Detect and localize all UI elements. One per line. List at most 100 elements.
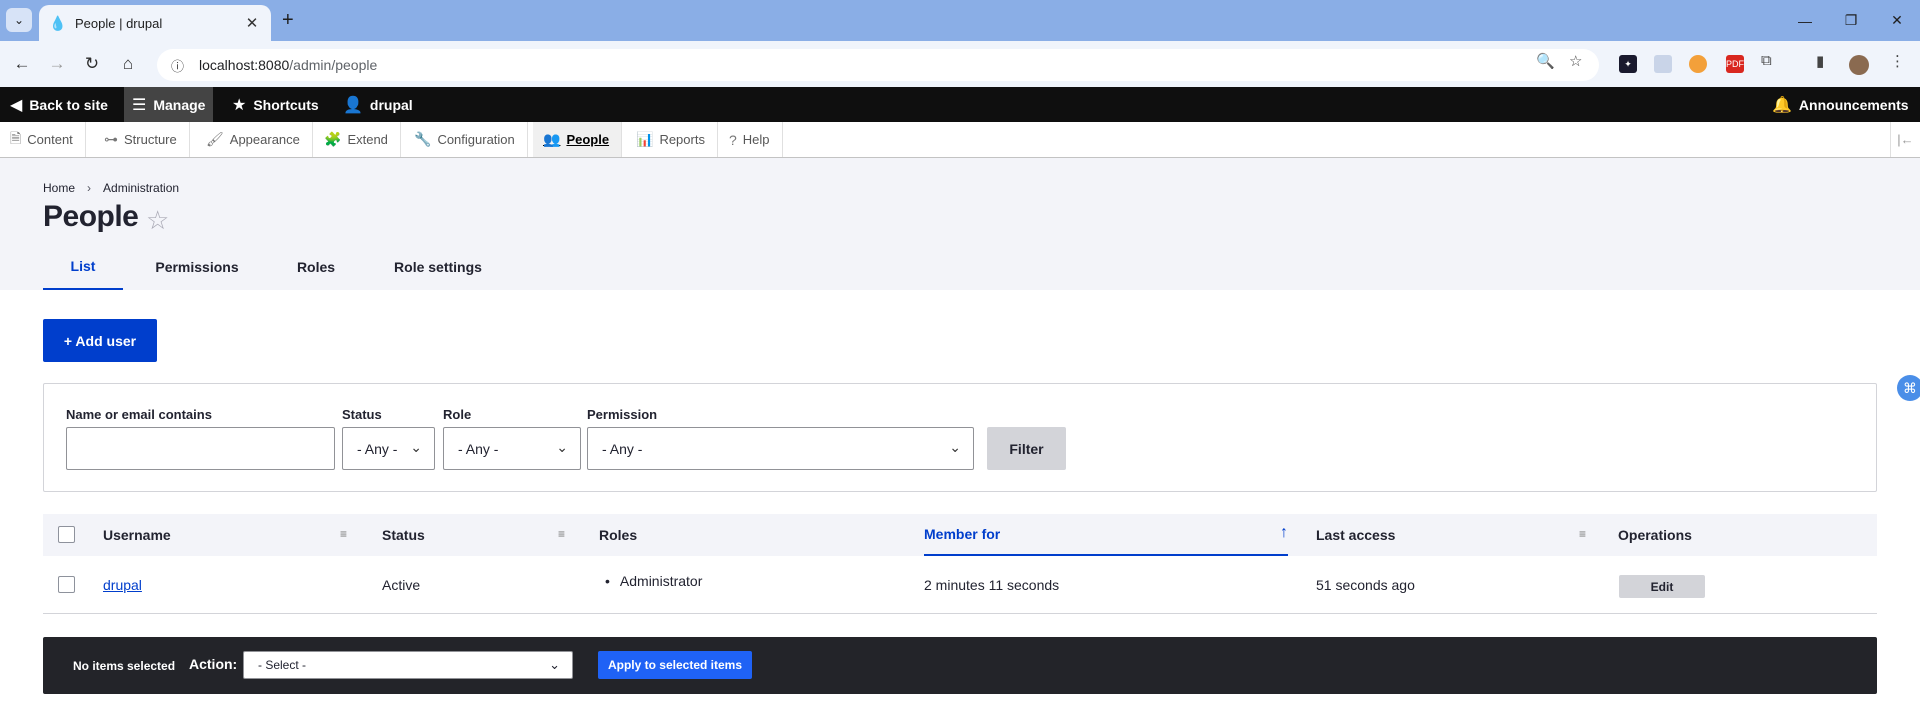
add-user-button[interactable]: + Add user	[43, 319, 157, 362]
breadcrumb-home-link[interactable]: Home	[43, 181, 75, 195]
column-header-roles: Roles	[599, 527, 638, 543]
help-icon: ?	[729, 131, 737, 148]
floating-helper-icon[interactable]: ⌘	[1897, 375, 1920, 401]
menu-item-extend[interactable]: 🧩 Extend	[314, 122, 401, 157]
bookmark-star-icon[interactable]: ☆	[1569, 52, 1582, 70]
tab-role-settings[interactable]: Role settings	[361, 244, 515, 290]
minimize-button[interactable]: —	[1782, 0, 1828, 41]
column-header-username[interactable]: Username	[103, 514, 171, 556]
permission-filter-label: Permission	[587, 407, 658, 422]
people-icon: 👥	[543, 131, 561, 147]
row-select-checkbox[interactable]	[58, 576, 75, 593]
breadcrumb-administration-link[interactable]: Administration	[103, 181, 179, 195]
zoom-icon[interactable]: 🔍	[1536, 52, 1555, 70]
puzzle-icon: 🧩	[324, 131, 342, 147]
select-all-checkbox[interactable]	[58, 526, 75, 543]
sort-icon[interactable]: ≡	[1579, 527, 1586, 541]
url-path: /admin/people	[289, 57, 378, 73]
announcements-tab[interactable]: 🔔 Announcements	[1772, 87, 1909, 122]
shortcuts-label: Shortcuts	[253, 96, 319, 113]
sort-icon[interactable]: ≡	[558, 527, 565, 541]
name-filter-label: Name or email contains	[66, 407, 212, 422]
extension-icon-1[interactable]: ✦	[1619, 55, 1637, 73]
browser-tabstrip: ⌄ 💧 People | drupal ✕ + — ❐ ✕	[0, 0, 1920, 41]
tab-list[interactable]: List	[43, 244, 123, 290]
menu-item-label: Extend	[347, 132, 388, 147]
column-header-last-access[interactable]: Last access	[1316, 514, 1395, 556]
permission-filter-select[interactable]: - Any - ⌄	[587, 427, 974, 470]
cell-status: Active	[382, 577, 421, 593]
profile-avatar[interactable]	[1849, 55, 1869, 75]
cell-member-for: 2 minutes 11 seconds	[924, 577, 1060, 593]
menu-item-people[interactable]: 👥 People	[533, 122, 623, 157]
menu-item-label: Content	[27, 132, 73, 147]
add-shortcut-star-icon[interactable]: ☆	[146, 205, 169, 236]
username-link[interactable]: drupal	[103, 577, 142, 593]
column-header-status[interactable]: Status	[382, 514, 425, 556]
sidebar-icon[interactable]: ▮	[1816, 52, 1824, 70]
browser-tab-active[interactable]: 💧 People | drupal ✕	[39, 5, 271, 41]
site-info-icon[interactable]: ⓘ	[171, 56, 199, 75]
hamburger-icon: ☰	[132, 96, 147, 114]
page-title: People	[43, 200, 139, 233]
tab-close-icon[interactable]: ✕	[243, 14, 261, 32]
menu-item-label: Reports	[659, 132, 705, 147]
chevron-down-icon: ⌄	[556, 439, 568, 455]
role-filter-select[interactable]: - Any - ⌄	[443, 427, 581, 470]
menu-item-appearance[interactable]: 🖌 Appearance	[196, 122, 313, 157]
tray-orientation-toggle[interactable]: |←	[1890, 122, 1920, 157]
menu-item-help[interactable]: ? Help	[719, 122, 783, 157]
sort-icon[interactable]: ≡	[340, 527, 347, 541]
shortcuts-tab[interactable]: ★ Shortcuts	[232, 87, 319, 122]
name-filter-input[interactable]	[66, 427, 335, 470]
drupal-favicon-icon: 💧	[49, 15, 67, 31]
filter-button[interactable]: Filter	[987, 427, 1066, 470]
menu-item-reports[interactable]: 📊 Reports	[626, 122, 718, 157]
menu-item-label: Appearance	[229, 132, 300, 147]
apply-to-selected-button[interactable]: Apply to selected items	[598, 651, 752, 679]
breadcrumb: Home › Administration	[43, 181, 179, 195]
puzzle-icon[interactable]: ⧉	[1761, 52, 1772, 69]
close-window-button[interactable]: ✕	[1874, 0, 1920, 41]
back-arrow-icon[interactable]: ←	[10, 52, 34, 76]
back-to-site-label: Back to site	[29, 96, 108, 113]
wrench-icon: 🔧	[414, 131, 432, 147]
filter-form: Name or email contains Status - Any - ⌄ …	[43, 383, 1877, 492]
user-tab[interactable]: 👤 drupal	[343, 87, 413, 122]
menu-item-label: People	[566, 132, 610, 147]
edit-button[interactable]: Edit	[1619, 575, 1705, 598]
extension-icon-3[interactable]	[1689, 55, 1707, 73]
tab-roles[interactable]: Roles	[271, 244, 361, 290]
forward-arrow-icon[interactable]: →	[45, 52, 69, 76]
column-header-member-for[interactable]: Member for ↑	[924, 514, 1288, 556]
menu-item-content[interactable]: 🗎 Content	[0, 122, 86, 157]
action-select[interactable]: - Select - ⌄	[243, 651, 573, 679]
restore-button[interactable]: ❐	[1828, 0, 1874, 41]
menu-item-configuration[interactable]: 🔧 Configuration	[404, 122, 528, 157]
status-filter-select[interactable]: - Any - ⌄	[342, 427, 435, 470]
new-tab-button[interactable]: +	[282, 9, 294, 32]
menu-item-structure[interactable]: ⊶ Structure	[94, 122, 190, 157]
chevron-down-icon: ⌄	[410, 439, 422, 455]
sitemap-icon: ⊶	[104, 131, 118, 147]
url-host: localhost:8080	[199, 57, 290, 73]
page-header-region: Home › Administration People ☆ List Perm…	[0, 158, 1920, 290]
reload-icon[interactable]: ↻	[80, 52, 104, 76]
manage-tab[interactable]: ☰ Manage	[124, 87, 214, 122]
bell-icon: 🔔	[1772, 96, 1792, 114]
home-icon[interactable]: ⌂	[116, 52, 140, 76]
document-icon: 🗎	[10, 129, 22, 146]
sort-ascending-arrow-icon: ↑	[1280, 524, 1288, 541]
announcements-label: Announcements	[1798, 96, 1909, 113]
tab-permissions[interactable]: Permissions	[123, 244, 271, 290]
address-bar[interactable]: ⓘ localhost:8080/admin/people	[157, 49, 1599, 81]
back-to-site-link[interactable]: ◀ Back to site	[10, 87, 108, 122]
extension-icon-2[interactable]	[1654, 55, 1672, 73]
chevron-down-icon: ⌄	[13, 13, 25, 27]
kebab-menu-icon[interactable]: ⋮	[1890, 52, 1905, 70]
manage-label: Manage	[153, 96, 206, 113]
pdf-icon[interactable]: PDF	[1726, 55, 1744, 73]
tab-search-button[interactable]: ⌄	[6, 8, 32, 32]
status-filter-label: Status	[342, 407, 382, 422]
window-controls: — ❐ ✕	[1782, 0, 1920, 41]
